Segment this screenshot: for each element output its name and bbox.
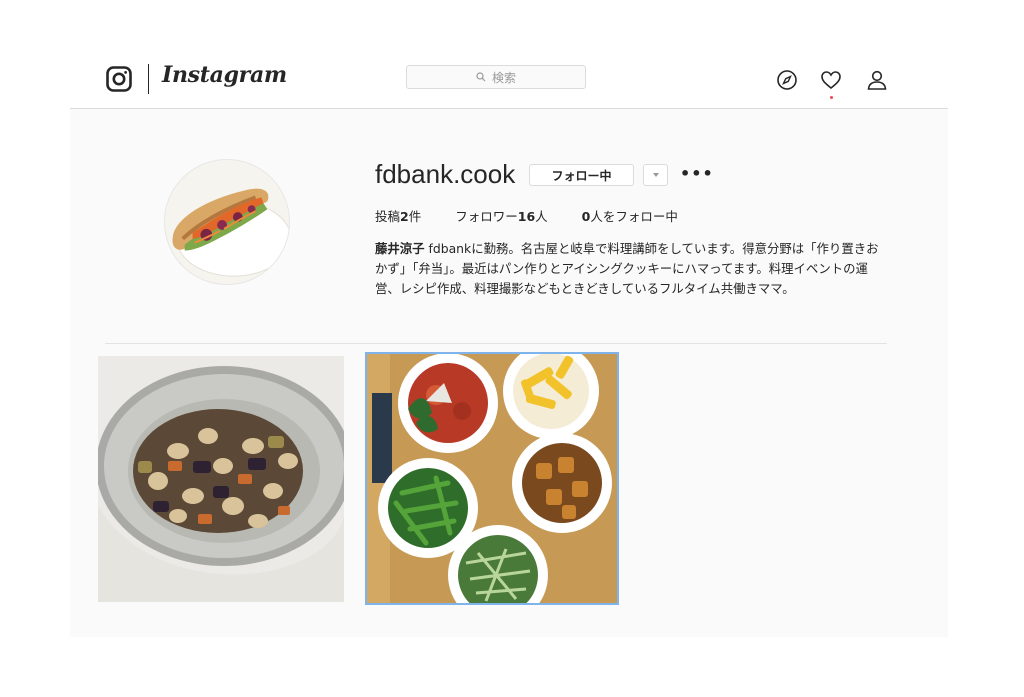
post-thumbnail-selected[interactable]: [365, 352, 619, 605]
instagram-logo-icon[interactable]: [106, 66, 132, 92]
instagram-wordmark[interactable]: Instagram: [162, 62, 287, 88]
section-divider: [105, 343, 887, 344]
bio-full-name: 藤井涼子: [375, 241, 425, 256]
post-image-bowls: [366, 353, 618, 604]
search-input[interactable]: 検索: [406, 65, 586, 89]
profile-stats: 投稿2件 フォロワー16人 0人をフォロー中: [375, 206, 712, 225]
posts-unit: 件: [408, 209, 422, 224]
more-options-button[interactable]: •••: [680, 163, 714, 185]
notification-dot: [830, 96, 833, 99]
profile-bio: 藤井涼子 fdbankに勤務。名古屋と岐阜で料理講師をしています。得意分野は「作…: [375, 239, 887, 299]
search-placeholder: 検索: [491, 70, 516, 85]
heart-icon[interactable]: [820, 69, 842, 91]
chevron-down-icon: [652, 173, 659, 177]
posts-label: 投稿: [375, 209, 401, 224]
followers-link[interactable]: フォロワー16人: [455, 206, 547, 225]
bio-text: fdbankに勤務。名古屋と岐阜で料理講師をしています。得意分野は「作り置きおか…: [375, 241, 879, 296]
posts-number: 2: [400, 209, 409, 224]
logo-divider: [148, 64, 149, 94]
followers-label: フォロワー: [455, 209, 518, 224]
following-label: 人をフォロー中: [590, 209, 678, 224]
followers-number: 16: [517, 209, 536, 224]
top-nav-bar: Instagram 検索: [70, 52, 948, 109]
suggestions-dropdown-button[interactable]: [643, 164, 668, 186]
search-icon: [476, 72, 486, 82]
compass-icon[interactable]: [776, 69, 798, 91]
following-button[interactable]: フォロー中: [529, 164, 634, 186]
followers-unit: 人: [535, 209, 548, 224]
profile-username: fdbank.cook: [375, 159, 516, 189]
post-thumbnail[interactable]: [98, 356, 344, 602]
posts-count: 投稿2件: [375, 206, 421, 225]
following-link[interactable]: 0人をフォロー中: [582, 206, 678, 225]
avatar[interactable]: [164, 159, 290, 285]
avatar-image: [165, 160, 289, 284]
profile-icon[interactable]: [866, 69, 888, 91]
profile-page: fdbank.cook フォロー中 ••• 投稿2件 フォロワー16人 0人をフ…: [70, 109, 948, 637]
post-image-beans: [98, 356, 344, 602]
